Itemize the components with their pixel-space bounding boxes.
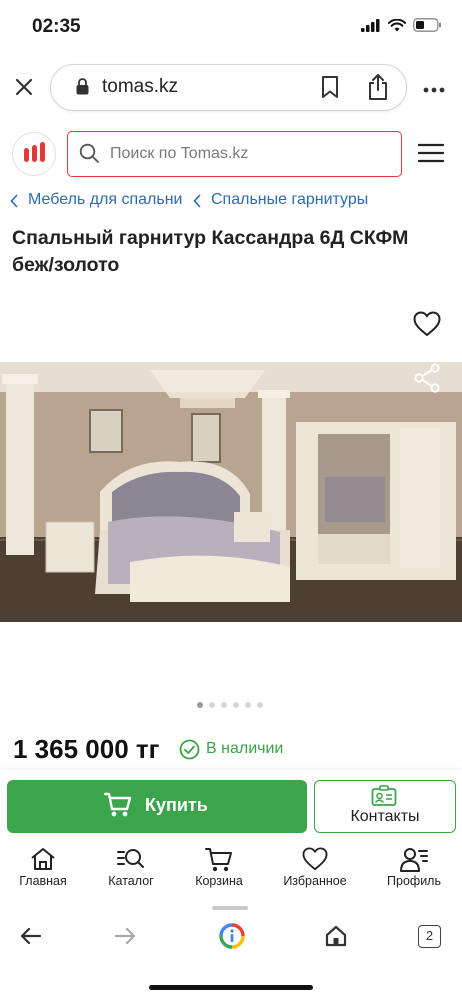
- share-nodes-icon: [414, 363, 440, 393]
- contacts-button-label[interactable]: Контакты: [314, 808, 456, 826]
- breadcrumb-item-bedroom-sets[interactable]: Спальные гарнитуры: [211, 191, 368, 209]
- bottom-nav-profile[interactable]: Профиль: [368, 844, 460, 894]
- home-icon: [31, 848, 55, 870]
- breadcrumb-item-bedroom-furniture[interactable]: Мебель для спальни: [28, 191, 182, 209]
- bottom-nav-label: Избранное: [283, 874, 347, 888]
- bottom-nav-home[interactable]: Главная: [0, 844, 89, 894]
- back-icon: [20, 927, 42, 945]
- signal-icon: [361, 18, 380, 32]
- bedroom-photo: [0, 362, 462, 622]
- bookmark-icon: [322, 76, 338, 98]
- search-placeholder[interactable]: Поиск по Tomas.kz: [110, 145, 248, 163]
- bottom-nav-label: Профиль: [387, 874, 441, 888]
- bookmark-button[interactable]: [319, 75, 341, 99]
- assistant-icon: [219, 923, 245, 949]
- gallery-dot[interactable]: [197, 702, 203, 708]
- url-text[interactable]: tomas.kz: [102, 76, 178, 98]
- cart-icon: [104, 792, 132, 817]
- heart-icon: [413, 311, 441, 337]
- gallery-dots[interactable]: [197, 702, 263, 708]
- buy-button-label[interactable]: Купить: [145, 795, 208, 816]
- bottom-nav-favorites[interactable]: Избранное: [269, 844, 361, 894]
- assistant-button[interactable]: [219, 923, 245, 949]
- site-logo[interactable]: [12, 132, 56, 176]
- bottom-nav-label: Корзина: [195, 874, 243, 888]
- search-icon: [79, 143, 99, 163]
- forward-icon: [114, 927, 136, 945]
- logo-bars-icon: [24, 142, 45, 162]
- bottom-nav-catalog[interactable]: Каталог: [85, 844, 177, 894]
- heart-icon: [302, 847, 328, 871]
- gallery-dot[interactable]: [209, 702, 215, 708]
- more-icon: [423, 87, 445, 93]
- gallery-dot[interactable]: [245, 702, 251, 708]
- battery-icon: [413, 18, 441, 32]
- chevron-left-icon: [193, 194, 201, 208]
- share-icon: [369, 74, 387, 100]
- toolbar-handle[interactable]: [212, 906, 248, 910]
- check-circle-icon: [179, 739, 200, 760]
- bottom-nav-cart[interactable]: Корзина: [173, 844, 265, 894]
- profile-icon: [400, 848, 428, 872]
- wifi-icon: [388, 18, 406, 31]
- forward-button[interactable]: [114, 926, 136, 946]
- share-button[interactable]: [366, 73, 390, 101]
- bottom-nav-label: Главная: [19, 874, 67, 888]
- cart-icon: [205, 848, 232, 872]
- lock-icon: [76, 78, 89, 95]
- contact-card-icon: [371, 785, 397, 806]
- product-title: Спальный гарнитур Кассандра 6Д СКФМ беж/…: [12, 227, 409, 276]
- close-tab-button[interactable]: [12, 75, 36, 99]
- product-image[interactable]: [0, 362, 462, 622]
- stock-status: В наличии: [206, 740, 284, 757]
- share-image-button[interactable]: [412, 363, 442, 393]
- status-icons: [361, 18, 442, 32]
- bottom-nav-label: Каталог: [108, 874, 154, 888]
- product-price: 1 365 000 тг: [13, 734, 160, 764]
- back-button[interactable]: [20, 926, 42, 946]
- close-icon: [15, 78, 33, 96]
- catalog-search-icon: [117, 849, 144, 868]
- gallery-dot[interactable]: [257, 702, 263, 708]
- menu-button[interactable]: [417, 143, 445, 163]
- status-time: 02:35: [32, 16, 81, 37]
- tab-count-button[interactable]: 2: [418, 925, 441, 948]
- hamburger-icon: [417, 143, 445, 163]
- more-button[interactable]: [422, 82, 446, 93]
- gallery-dot[interactable]: [221, 702, 227, 708]
- home-icon: [325, 925, 347, 947]
- chevron-left-icon: [10, 194, 18, 208]
- home-indicator: [149, 985, 313, 990]
- favorite-button[interactable]: [413, 311, 441, 337]
- gallery-dot[interactable]: [233, 702, 239, 708]
- home-button[interactable]: [325, 925, 347, 947]
